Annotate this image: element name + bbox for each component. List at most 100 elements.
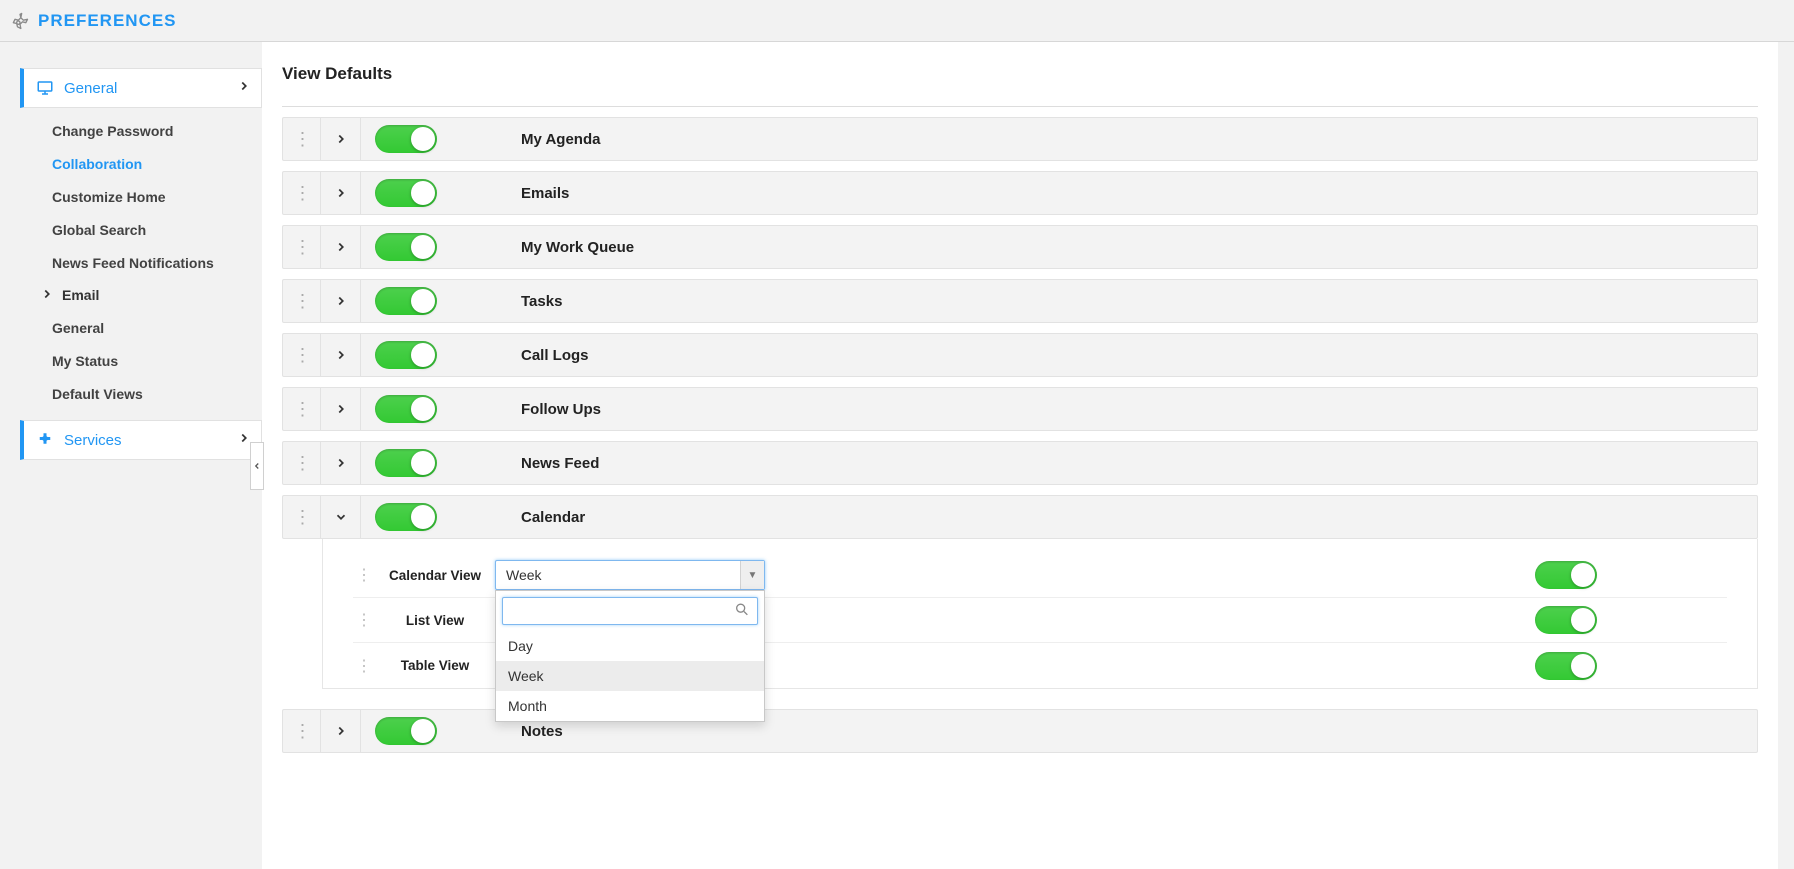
expand-button[interactable] (321, 710, 361, 752)
row-label: Notes (521, 723, 563, 740)
nested-label: Table View (375, 658, 495, 673)
sidebar-item-my-status[interactable]: My Status (20, 344, 262, 377)
drag-handle-icon[interactable]: ⋮ (353, 656, 375, 676)
toggle-switch[interactable] (375, 287, 437, 315)
sidebar-collapse-handle[interactable] (250, 442, 264, 490)
sidebar-item-global-search[interactable]: Global Search (20, 213, 262, 246)
option-label: Day (508, 638, 533, 654)
topbar: PREFERENCES (0, 0, 1794, 42)
drag-handle-icon[interactable]: ⋮ (283, 496, 321, 538)
sidebar-item-label: Customize Home (52, 189, 166, 205)
page-title: PREFERENCES (38, 11, 177, 31)
preferences-icon (10, 11, 30, 31)
calendar-sub-panel: ⋮ Calendar View Week ▼ (322, 539, 1758, 689)
calendar-view-select[interactable]: Week ▼ (495, 560, 765, 590)
toggle-switch[interactable] (1535, 652, 1597, 680)
drag-handle-icon[interactable]: ⋮ (283, 226, 321, 268)
toggle-switch[interactable] (375, 125, 437, 153)
sidebar-item-label: News Feed Notifications (52, 255, 214, 271)
chevron-right-icon (40, 287, 54, 304)
sidebar-group-services[interactable]: Services (20, 420, 262, 460)
sidebar-item-label: General (52, 320, 104, 336)
option-label: Month (508, 698, 547, 714)
monitor-icon (36, 79, 54, 97)
sidebar-item-email-general[interactable]: General (20, 311, 262, 344)
toggle-switch[interactable] (375, 233, 437, 261)
row-label: Tasks (521, 293, 562, 310)
drag-handle-icon[interactable]: ⋮ (283, 172, 321, 214)
divider (282, 106, 1758, 107)
sidebar: General Change Password Collaboration Cu… (0, 42, 262, 869)
calendar-view-row: ⋮ Calendar View Week ▼ (353, 553, 1727, 598)
drag-handle-icon[interactable]: ⋮ (283, 118, 321, 160)
row-calendar: ⋮ Calendar (282, 495, 1758, 539)
toggle-switch[interactable] (1535, 606, 1597, 634)
drag-handle-icon[interactable]: ⋮ (353, 610, 375, 630)
drag-handle-icon[interactable]: ⋮ (353, 565, 375, 585)
row-label: My Work Queue (521, 239, 634, 256)
row-label: Follow Ups (521, 401, 601, 418)
calendar-view-dropdown: Day Week Month (495, 590, 765, 722)
sidebar-item-change-password[interactable]: Change Password (20, 114, 262, 147)
sidebar-subhead-email[interactable]: Email (20, 279, 262, 311)
row-emails: ⋮ Emails (282, 171, 1758, 215)
row-tasks: ⋮ Tasks (282, 279, 1758, 323)
sidebar-item-label: Global Search (52, 222, 146, 238)
drag-handle-icon[interactable]: ⋮ (283, 280, 321, 322)
expand-button[interactable] (321, 226, 361, 268)
sidebar-item-news-feed-notifications[interactable]: News Feed Notifications (20, 246, 262, 279)
sidebar-item-customize-home[interactable]: Customize Home (20, 180, 262, 213)
row-call-logs: ⋮ Call Logs (282, 333, 1758, 377)
expand-button[interactable] (321, 334, 361, 376)
scrollbar-gutter (1778, 42, 1794, 869)
section-title: View Defaults (282, 64, 1758, 84)
drag-handle-icon[interactable]: ⋮ (283, 442, 321, 484)
chevron-right-icon (237, 431, 251, 450)
sidebar-item-label: Change Password (52, 123, 173, 139)
toggle-switch[interactable] (375, 341, 437, 369)
option-label: Week (508, 668, 544, 684)
view-defaults-list: ⋮ My Agenda ⋮ Emails ⋮ My Work Queue (282, 117, 1758, 753)
expand-button[interactable] (321, 442, 361, 484)
nested-label: Calendar View (375, 568, 495, 583)
toggle-switch[interactable] (375, 449, 437, 477)
sidebar-item-default-views[interactable]: Default Views (20, 377, 262, 410)
sidebar-group-label: General (64, 80, 237, 97)
sidebar-item-collaboration[interactable]: Collaboration (20, 147, 262, 180)
expand-button[interactable] (321, 118, 361, 160)
dropdown-option-month[interactable]: Month (496, 691, 764, 721)
expand-button[interactable] (321, 172, 361, 214)
row-news-feed: ⋮ News Feed (282, 441, 1758, 485)
caret-down-icon: ▼ (740, 561, 764, 589)
expand-button[interactable] (321, 388, 361, 430)
toggle-switch[interactable] (1535, 561, 1597, 589)
toggle-switch[interactable] (375, 395, 437, 423)
sidebar-group-general[interactable]: General (20, 68, 262, 108)
row-label: Calendar (521, 509, 585, 526)
dropdown-option-week[interactable]: Week (496, 661, 764, 691)
dropdown-option-day[interactable]: Day (496, 631, 764, 661)
dropdown-search-input[interactable] (502, 597, 758, 625)
row-my-work-queue: ⋮ My Work Queue (282, 225, 1758, 269)
sidebar-item-label: Collaboration (52, 156, 142, 172)
sidebar-item-label: Email (62, 287, 99, 303)
row-label: Emails (521, 185, 569, 202)
drag-handle-icon[interactable]: ⋮ (283, 710, 321, 752)
row-follow-ups: ⋮ Follow Ups (282, 387, 1758, 431)
drag-handle-icon[interactable]: ⋮ (283, 388, 321, 430)
toggle-switch[interactable] (375, 503, 437, 531)
row-label: Call Logs (521, 347, 589, 364)
row-label: News Feed (521, 455, 599, 472)
row-my-agenda: ⋮ My Agenda (282, 117, 1758, 161)
collapse-button[interactable] (321, 496, 361, 538)
sidebar-item-label: Default Views (52, 386, 143, 402)
puzzle-icon (36, 431, 54, 449)
toggle-switch[interactable] (375, 179, 437, 207)
sidebar-item-label: My Status (52, 353, 118, 369)
toggle-switch[interactable] (375, 717, 437, 745)
expand-button[interactable] (321, 280, 361, 322)
nested-label: List View (375, 613, 495, 628)
chevron-right-icon (237, 79, 251, 98)
drag-handle-icon[interactable]: ⋮ (283, 334, 321, 376)
row-label: My Agenda (521, 131, 600, 148)
